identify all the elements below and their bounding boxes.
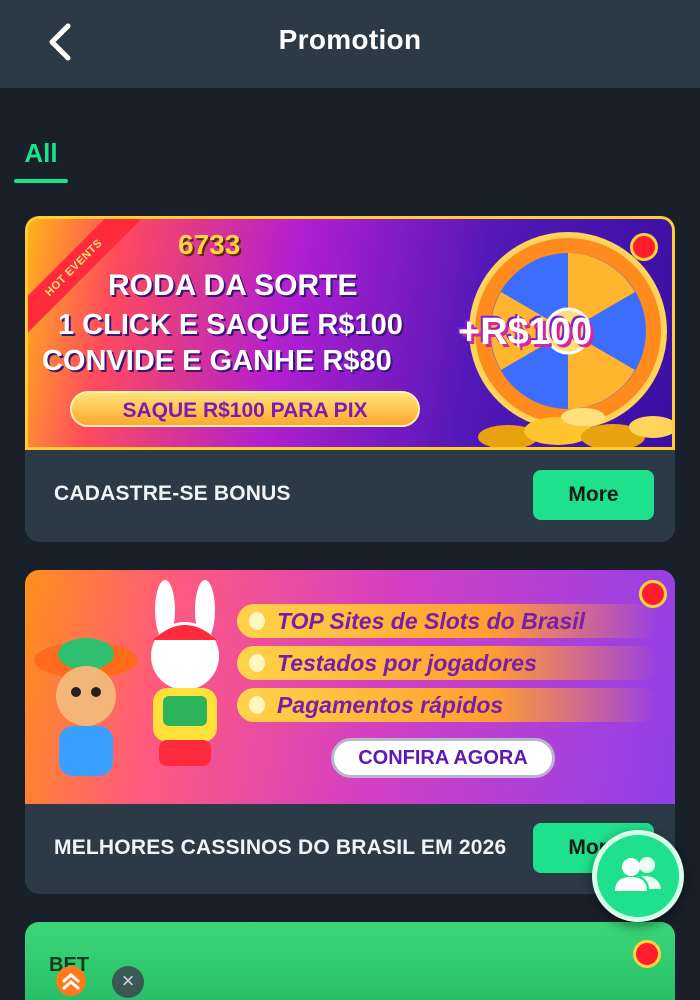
more-button[interactable]: More: [533, 470, 654, 520]
community-chat-button[interactable]: [592, 830, 684, 922]
top-bar: Promotion: [0, 0, 700, 88]
users-icon: [615, 857, 661, 891]
banner-cta: CONFIRA AGORA: [331, 738, 555, 778]
banner-line: 1 CLICK E SAQUE R$100: [58, 309, 403, 341]
gold-coins-icon: [478, 408, 672, 447]
banner-line: CONVIDE E GANHE R$80: [42, 345, 392, 377]
tab-all-label: All: [24, 138, 58, 168]
banner-bonus: +R$100: [458, 311, 593, 353]
page-title: Promotion: [278, 24, 422, 55]
banner-line: Pagamentos rápidos: [237, 688, 657, 722]
notification-dot: [630, 233, 658, 261]
promotion-footer: CADASTRE-SE BONUS More: [25, 450, 675, 542]
mascot-rabbit-icon: [151, 580, 219, 766]
banner-line: Testados por jogadores: [237, 646, 657, 680]
tab-active-indicator: [14, 179, 68, 183]
close-button[interactable]: ×: [112, 966, 144, 998]
double-chevron-up-icon: [62, 973, 80, 990]
scroll-up-button[interactable]: [56, 966, 86, 996]
promotion-card: HOT EVENTS 6733 RODA DA SORTE 1 CLICK E …: [25, 216, 675, 542]
banner-logo: 6733: [178, 229, 241, 260]
promotion-footer: MELHORES CASSINOS DO BRASIL EM 2026 More: [25, 804, 675, 894]
banner-headline: RODA DA SORTE: [108, 269, 358, 302]
notification-dot: [633, 940, 661, 968]
banner-cta: SAQUE R$100 PARA PIX: [70, 391, 420, 427]
tab-all[interactable]: All: [14, 130, 68, 184]
close-icon: ×: [121, 968, 135, 993]
promotion-banner[interactable]: TOP Sites de Slots do Brasil Testados po…: [25, 570, 675, 804]
promotion-banner[interactable]: HOT EVENTS 6733 RODA DA SORTE 1 CLICK E …: [25, 216, 675, 450]
promotion-title: CADASTRE-SE BONUS: [54, 482, 291, 505]
tab-bar: All: [0, 130, 700, 190]
promotion-title: MELHORES CASSINOS DO BRASIL EM 2026: [54, 836, 507, 859]
banner-line: TOP Sites de Slots do Brasil: [237, 604, 657, 638]
promotion-card: TOP Sites de Slots do Brasil Testados po…: [25, 570, 675, 894]
notification-dot: [639, 580, 667, 608]
